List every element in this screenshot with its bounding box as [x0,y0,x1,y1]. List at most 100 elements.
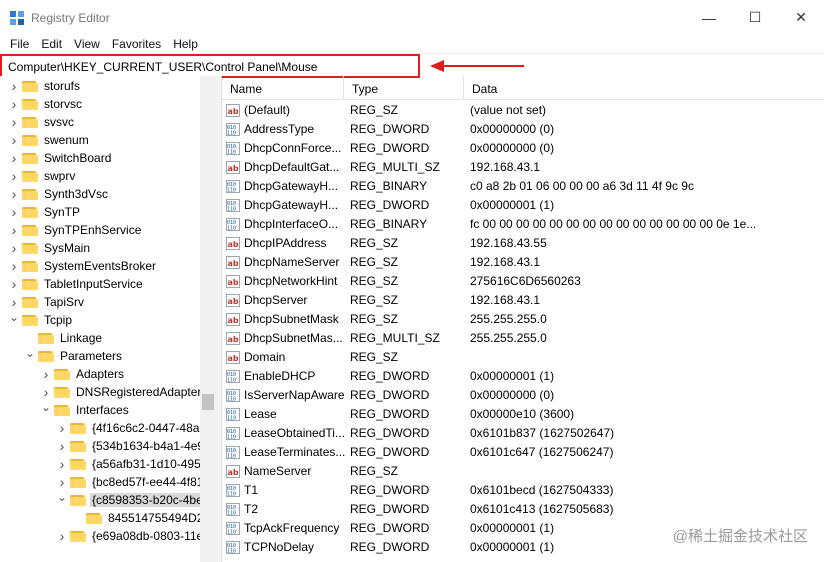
value-row[interactable]: ab DhcpNameServer REG_SZ 192.168.43.1 [222,253,824,272]
tree-scrollbar-thumb[interactable] [202,394,214,410]
tree-item[interactable]: 845514755494D21 [72,509,216,527]
tree-item[interactable]: › SynTPEnhService [8,221,208,239]
chevron-down-icon[interactable]: ⌄ [24,344,36,362]
chevron-right-icon[interactable]: › [8,275,20,293]
value-row[interactable]: 010 110 T1 REG_DWORD 0x6101becd (1627504333) [222,481,824,500]
tree-item[interactable]: › SysMain [8,239,208,257]
tree-item[interactable]: › svsvc [8,113,208,131]
tree-item[interactable]: › Adapters [40,365,216,383]
chevron-down-icon[interactable]: ⌄ [40,398,52,416]
value-row[interactable]: ab DhcpDefaultGat... REG_MULTI_SZ 192.168.4… [222,158,824,177]
tree-item[interactable]: › storufs [8,77,208,95]
menu-help[interactable]: Help [167,37,204,51]
tree-item[interactable]: › Synth3dVsc [8,185,208,203]
tree-item[interactable]: › storvsc [8,95,208,113]
chevron-right-icon[interactable]: › [8,185,20,203]
tree-item[interactable]: › {a56afb31-1d10-4954 [56,455,216,473]
tree-item[interactable]: › SystemEventsBroker [8,257,208,275]
chevron-right-icon[interactable]: › [8,131,20,149]
value-data: 275616C6D6560263 [470,274,581,288]
value-row[interactable]: ab DhcpNetworkHint REG_SZ 275616C6D6560263 [222,272,824,291]
value-row[interactable]: ab DhcpServer REG_SZ 192.168.43.1 [222,291,824,310]
value-row[interactable]: 010 110 DhcpInterfaceO... REG_BINARY fc 00 0… [222,215,824,234]
tree-item[interactable]: ⌄ Tcpip [8,308,208,329]
value-row[interactable]: ab (Default) REG_SZ (value not set) [222,101,824,120]
tree-scrollbar[interactable] [200,76,216,562]
value-row[interactable]: 010 110 T2 REG_DWORD 0x6101c413 (1627505683) [222,500,824,519]
tree-item[interactable]: Linkage [24,329,216,347]
svg-text:110: 110 [227,131,236,137]
tree-item[interactable]: › {4f16c6c2-0447-48a6 [56,419,216,437]
string-value-icon: ab [226,351,240,364]
minimize-button[interactable]: — [686,0,732,35]
folder-icon [22,296,38,308]
chevron-right-icon[interactable]: › [40,365,52,383]
value-row[interactable]: 010 110 Lease REG_DWORD 0x00000e10 (3600) [222,405,824,424]
close-button[interactable]: ✕ [778,0,824,35]
value-data [470,348,770,367]
value-row[interactable]: ab DhcpSubnetMas... REG_MULTI_SZ 255.255.25… [222,329,824,348]
menu-bar: File Edit View Favorites Help [0,35,824,53]
tree-item[interactable]: › DNSRegisteredAdapters [40,383,216,401]
column-name[interactable]: Name [222,76,344,100]
value-data: 192.168.43.1 [470,293,541,307]
value-row[interactable]: 010 110 AddressType REG_DWORD 0x00000000 (0) [222,120,824,139]
tree-item[interactable]: ⌄ Interfaces [40,398,216,419]
column-data[interactable]: Data [464,76,824,100]
tree-item[interactable]: ⌄ {c8598353-b20c-4bed [56,488,216,509]
value-type: REG_MULTI_SZ [350,160,440,174]
binary-value-icon: 010110 [226,446,240,459]
value-row[interactable]: ab DhcpIPAddress REG_SZ 192.168.43.55 [222,234,824,253]
tree-item[interactable]: ⌄ Parameters [24,344,216,365]
key-tree[interactable]: › storufs › storvsc › svsvc › swenum › SwitchBoar… [0,76,216,562]
chevron-right-icon[interactable]: › [56,527,68,545]
menu-favorites[interactable]: Favorites [106,37,167,51]
tree-item[interactable]: › swenum [8,131,208,149]
tree-item[interactable]: › SwitchBoard [8,149,208,167]
menu-file[interactable]: File [4,37,35,51]
tree-item[interactable]: › TabletInputService [8,275,208,293]
chevron-right-icon[interactable]: › [8,257,20,275]
tree-item[interactable]: › {534b1634-b4a1-4e95 [56,437,216,455]
value-row[interactable]: 010 110 LeaseObtainedTi... REG_DWORD 0x6101b… [222,424,824,443]
column-type[interactable]: Type [344,76,464,100]
chevron-right-icon[interactable]: › [8,221,20,239]
tree-item[interactable]: › TapiSrv [8,293,208,311]
value-row[interactable]: 010 110 IsServerNapAware REG_DWORD 0x0000000… [222,386,824,405]
chevron-right-icon[interactable]: › [56,419,68,437]
value-name-cell: 010 110 DhcpGatewayH... [226,177,348,196]
value-row[interactable]: 010 110 EnableDHCP REG_DWORD 0x00000001 (1) [222,367,824,386]
value-row[interactable]: 010 110 DhcpGatewayH... REG_DWORD 0x00000001… [222,196,824,215]
value-name-cell: ab DhcpSubnetMas... [226,329,348,348]
value-row[interactable]: 010 110 DhcpConnForce... REG_DWORD 0x0000000… [222,139,824,158]
chevron-right-icon[interactable]: › [56,455,68,473]
menu-edit[interactable]: Edit [35,37,68,51]
maximize-button[interactable]: ☐ [732,0,778,35]
value-row[interactable]: ab NameServer REG_SZ [222,462,824,481]
chevron-right-icon[interactable]: › [8,239,20,257]
value-type: REG_BINARY [350,179,428,193]
tree-item[interactable]: › swprv [8,167,208,185]
value-name: Domain [244,350,286,364]
tree-item-label: {4f16c6c2-0447-48a6 [92,421,207,435]
chevron-right-icon[interactable]: › [8,95,20,113]
value-row[interactable]: ab Domain REG_SZ [222,348,824,367]
chevron-right-icon[interactable]: › [8,149,20,167]
value-data: 0x00000000 (0) [470,122,555,136]
value-row[interactable]: 010 110 LeaseTerminates... REG_DWORD 0x6101c… [222,443,824,462]
tree-item[interactable]: › {bc8ed57f-ee44-4f81 [56,473,216,491]
value-name: DhcpDefaultGat... [244,160,340,174]
chevron-right-icon[interactable]: › [8,113,20,131]
tree-item[interactable]: › SynTP [8,203,208,221]
value-row[interactable]: ab DhcpSubnetMask REG_SZ 255.255.255.0 [222,310,824,329]
address-input[interactable]: Computer\HKEY_CURRENT_USER\Control Panel… [0,54,420,78]
chevron-down-icon[interactable]: ⌄ [56,488,68,506]
chevron-down-icon[interactable]: ⌄ [8,308,20,326]
chevron-right-icon[interactable]: › [8,77,20,95]
chevron-right-icon[interactable]: › [8,167,20,185]
tree-item[interactable]: › {e69a08db-0803-11ea [56,527,216,545]
value-row[interactable]: 010 110 DhcpGatewayH... REG_BINARY c0 a8 2b … [222,177,824,196]
chevron-right-icon[interactable]: › [56,437,68,455]
menu-view[interactable]: View [68,37,106,51]
chevron-right-icon[interactable]: › [8,203,20,221]
